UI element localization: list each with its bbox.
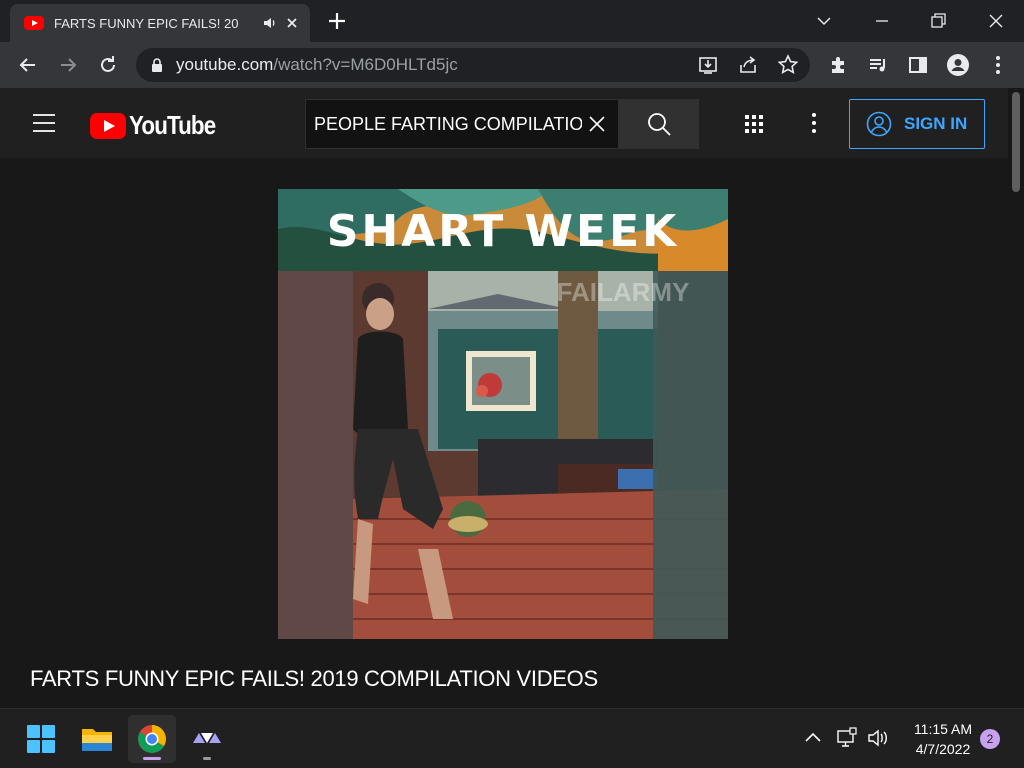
search-button[interactable]	[619, 99, 699, 149]
share-icon[interactable]	[736, 53, 760, 77]
youtube-logo-text: YouTube	[129, 110, 216, 140]
close-icon[interactable]	[984, 9, 1008, 33]
clear-icon[interactable]	[586, 113, 608, 135]
minimize-icon[interactable]	[870, 9, 894, 33]
youtube-header: YouTube SIGN IN	[0, 88, 1008, 158]
active-indicator	[143, 757, 161, 760]
video-title: FARTS FUNNY EPIC FAILS! 2019 COMPILATION…	[30, 666, 598, 691]
scrollbar-thumb[interactable]	[1012, 92, 1020, 192]
media-icon[interactable]	[866, 53, 890, 77]
video-overlay: SHART WEEK FAILARMY	[327, 206, 690, 307]
running-indicator	[203, 757, 211, 760]
star-icon[interactable]	[776, 53, 800, 77]
youtube-favicon-icon	[24, 16, 44, 30]
search-input[interactable]	[314, 113, 582, 135]
youtube-play-icon	[90, 112, 126, 139]
hamburger-menu-icon[interactable]	[32, 112, 56, 134]
browser-tab[interactable]: FARTS FUNNY EPIC FAILS! 20	[10, 4, 310, 42]
close-icon[interactable]	[284, 15, 300, 31]
more-options-icon[interactable]	[804, 112, 824, 134]
speaker-icon[interactable]	[262, 15, 278, 31]
account-icon	[866, 111, 892, 137]
clock-time: 11:15 AM	[913, 721, 973, 737]
search-icon	[648, 113, 671, 136]
chrome-icon[interactable]	[128, 715, 176, 763]
forward-icon[interactable]	[56, 53, 80, 77]
app-icon[interactable]	[183, 715, 231, 763]
sidepanel-icon[interactable]	[906, 53, 930, 77]
menu-icon[interactable]	[986, 53, 1010, 77]
browser-toolbar: youtube.com/watch?v=M6D0HLTd5jc	[0, 42, 1024, 88]
youtube-page: YouTube SIGN IN	[0, 88, 1024, 708]
notification-badge[interactable]: 2	[980, 729, 1000, 749]
windows-taskbar: 11:15 AM 4/7/2022 2	[0, 708, 1024, 768]
back-icon[interactable]	[16, 53, 40, 77]
network-icon[interactable]	[836, 727, 858, 749]
lock-icon[interactable]	[150, 57, 164, 73]
tab-strip: FARTS FUNNY EPIC FAILS! 20	[0, 0, 1024, 42]
page-scrollbar[interactable]	[1008, 88, 1024, 708]
extensions-icon[interactable]	[826, 53, 850, 77]
youtube-logo[interactable]: YouTube	[90, 110, 229, 141]
apps-grid-icon[interactable]	[744, 114, 764, 134]
clock-date: 4/7/2022	[915, 741, 971, 757]
video-banner-text: SHART WEEK	[327, 206, 680, 257]
chevron-up-icon[interactable]	[802, 727, 824, 749]
volume-icon[interactable]	[866, 727, 888, 749]
plus-icon[interactable]	[326, 10, 348, 32]
tab-title: FARTS FUNNY EPIC FAILS! 20	[54, 15, 239, 31]
video-watermark: FAILARMY	[557, 277, 690, 307]
url-text: youtube.com/watch?v=M6D0HLTd5jc	[176, 55, 458, 74]
windows-start-icon[interactable]	[17, 715, 65, 763]
install-icon[interactable]	[696, 53, 720, 77]
system-clock[interactable]: 11:15 AM 4/7/2022	[898, 719, 988, 759]
chevron-down-icon[interactable]	[812, 9, 836, 33]
sign-in-button[interactable]: SIGN IN	[849, 99, 985, 149]
profile-icon[interactable]	[946, 53, 970, 77]
restore-icon[interactable]	[926, 9, 950, 33]
video-player[interactable]: SHART WEEK FAILARMY	[278, 189, 728, 639]
reload-icon[interactable]	[96, 53, 120, 77]
search-box	[305, 99, 619, 149]
file-explorer-icon[interactable]	[73, 715, 121, 763]
sign-in-label: SIGN IN	[904, 114, 968, 133]
